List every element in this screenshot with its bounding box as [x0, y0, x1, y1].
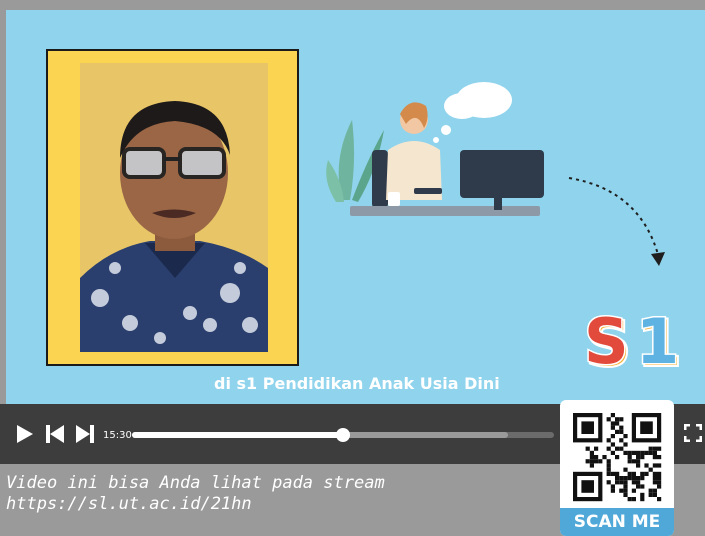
qr-code [573, 413, 662, 502]
seek-bar[interactable] [132, 428, 554, 442]
play-icon[interactable] [16, 424, 34, 448]
dotted-arrow-icon [561, 170, 671, 270]
scan-me-label: SCAN ME [560, 508, 674, 536]
seek-handle[interactable] [336, 428, 350, 442]
previous-icon[interactable] [46, 425, 64, 447]
played-bar [132, 432, 343, 438]
stream-notice-text: Video ini bisa Anda lihat pada stream [6, 473, 385, 493]
video-frame[interactable]: S S 1 1 di s1 Pendidikan Anak Usia Dini [6, 10, 705, 404]
stream-notice: Video ini bisa Anda lihat pada stream ht… [6, 473, 385, 515]
presenter-photo-frame [46, 49, 299, 366]
current-time: 15:30 [103, 430, 132, 441]
fullscreen-icon[interactable] [683, 423, 703, 446]
student-at-computer-illustration [322, 70, 572, 230]
presenter-photo [80, 63, 268, 352]
svg-text:S: S [584, 305, 629, 375]
next-icon[interactable] [76, 425, 94, 447]
s1-logo: S S 1 1 [582, 304, 692, 383]
svg-text:1: 1 [636, 305, 679, 375]
video-caption: di s1 Pendidikan Anak Usia Dini [214, 374, 500, 393]
stream-link[interactable]: https://sl.ut.ac.id/21hn [6, 494, 385, 515]
qr-code-card[interactable]: SCAN ME [560, 400, 674, 536]
